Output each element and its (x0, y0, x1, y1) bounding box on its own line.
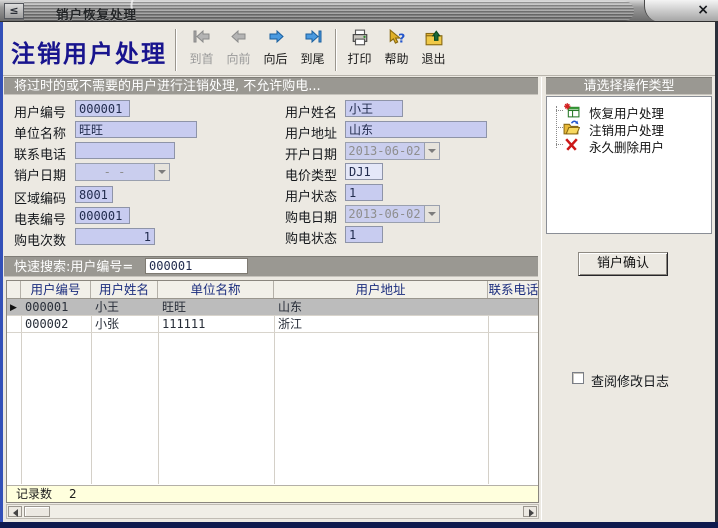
user-status-input[interactable] (345, 184, 383, 201)
horizontal-scrollbar[interactable] (6, 504, 539, 519)
cancel-account-confirm-button[interactable]: 销户确认 (578, 252, 668, 276)
prev-record-icon (220, 29, 257, 49)
price-type-label: 电价类型 (285, 165, 337, 184)
help-button[interactable]: ? 帮助 (378, 28, 415, 72)
status-description-bar: 将过时的或不需要的用户进行注销处理, 不允许购电... (4, 77, 538, 95)
purchase-status-label: 购电状态 (285, 228, 337, 247)
app-window: ≤ 销户恢复处理 × 注销用户处理 到首 向前 向后 (0, 0, 718, 528)
col-user-name: 用户姓名 (91, 281, 158, 298)
last-record-button[interactable]: 到尾 (294, 28, 331, 72)
price-type-input[interactable] (345, 163, 383, 180)
region-code-input[interactable] (75, 186, 113, 203)
meter-id-label: 电表编号 (14, 209, 66, 228)
purchase-date-label: 购电日期 (285, 207, 337, 226)
cancel-date-combo: - - (75, 163, 170, 181)
first-record-icon (183, 29, 220, 49)
unit-name-label: 单位名称 (14, 123, 66, 142)
user-id-input[interactable] (75, 100, 130, 117)
grid-header: 用户编号 用户姓名 单位名称 用户地址 联系电话 (7, 281, 538, 299)
checkbox-icon[interactable] (572, 372, 584, 384)
open-date-combo: 2013-06-02 (345, 142, 440, 160)
window-titlebar: ≤ 销户恢复处理 × (0, 0, 718, 22)
col-user-id: 用户编号 (21, 281, 91, 298)
toolbar-separator (335, 29, 337, 71)
dropdown-button[interactable] (424, 206, 439, 222)
panel-divider (541, 77, 542, 520)
purchase-count-label: 购电次数 (14, 230, 66, 249)
contact-phone-label: 联系电话 (14, 144, 66, 163)
col-contact-phone: 联系电话 (488, 281, 539, 298)
dropdown-button[interactable] (424, 143, 439, 159)
user-name-label: 用户姓名 (285, 102, 337, 121)
record-count-footer: 记录数 2 (7, 485, 538, 502)
dropdown-button[interactable] (154, 164, 169, 180)
purchase-date-combo: 2013-06-02 (345, 205, 440, 223)
window-menu-icon[interactable]: ≤ (4, 3, 24, 19)
purchase-status-input[interactable] (345, 226, 383, 243)
option-delete-user[interactable]: 永久删除用户 (563, 136, 709, 153)
col-unit-name: 单位名称 (158, 281, 274, 298)
quick-search-label: 快速搜索:用户编号= (14, 260, 133, 275)
next-record-icon (257, 29, 294, 49)
open-date-label: 开户日期 (285, 144, 337, 163)
view-log-label: 查阅修改日志 (591, 371, 669, 390)
user-grid: 用户编号 用户姓名 单位名称 用户地址 联系电话 ▶ 000001 小王 旺旺 … (6, 280, 539, 503)
operation-type-list: 恢复用户处理 注销用户处理 永久删除用户 (546, 96, 712, 234)
scroll-right-icon[interactable] (523, 506, 537, 517)
next-record-button[interactable]: 向后 (257, 28, 294, 72)
current-row-marker-icon: ▶ (10, 303, 17, 313)
region-code-label: 区域编码 (14, 188, 66, 207)
user-id-label: 用户编号 (14, 102, 66, 121)
user-status-label: 用户状态 (285, 186, 337, 205)
tree-connector (556, 144, 563, 145)
tree-connector (556, 110, 563, 111)
window-title: 销户恢复处理 (56, 4, 137, 22)
print-button[interactable]: 打印 (341, 28, 378, 72)
scrollbar-thumb[interactable] (24, 506, 50, 517)
help-cursor-icon: ? (378, 29, 415, 49)
delete-x-icon (563, 136, 580, 157)
tree-connector (556, 127, 563, 128)
exit-folder-icon (415, 29, 452, 49)
record-count-value: 2 (69, 487, 77, 502)
row-marker-header (7, 281, 21, 298)
toolbar-separator (175, 29, 177, 71)
col-user-address: 用户地址 (274, 281, 488, 298)
meter-id-input[interactable] (75, 207, 130, 224)
user-address-input[interactable] (345, 121, 487, 138)
window-border-left (0, 22, 3, 528)
toolbar: 注销用户处理 到首 向前 向后 到尾 (3, 23, 715, 76)
last-record-icon (294, 29, 331, 49)
quick-search-input[interactable] (145, 258, 248, 274)
page-title: 注销用户处理 (11, 34, 167, 69)
quick-search-bar: 快速搜索:用户编号= (4, 256, 538, 277)
cancel-date-label: 销户日期 (14, 165, 66, 184)
prev-record-button: 向前 (220, 28, 257, 72)
option-deregister-user[interactable]: 注销用户处理 (563, 119, 709, 136)
user-address-label: 用户地址 (285, 123, 337, 142)
exit-button[interactable]: 退出 (415, 28, 452, 72)
printer-icon (341, 29, 378, 49)
table-row[interactable]: 000002 小张 111111 浙江 (7, 316, 538, 333)
record-count-label: 记录数 (16, 487, 52, 502)
contact-phone-input[interactable] (75, 142, 175, 159)
first-record-button: 到首 (183, 28, 220, 72)
user-name-input[interactable] (345, 100, 403, 117)
unit-name-input[interactable] (75, 121, 197, 138)
table-row[interactable]: ▶ 000001 小王 旺旺 山东 (7, 299, 538, 316)
close-icon[interactable]: × (697, 2, 709, 18)
option-restore-user[interactable]: 恢复用户处理 (563, 102, 709, 119)
purchase-count-input[interactable] (75, 228, 155, 245)
operation-type-header: 请选择操作类型 (546, 77, 712, 95)
window-border-bottom (0, 522, 718, 528)
svg-text:?: ? (398, 32, 405, 46)
scroll-left-icon[interactable] (8, 506, 22, 517)
